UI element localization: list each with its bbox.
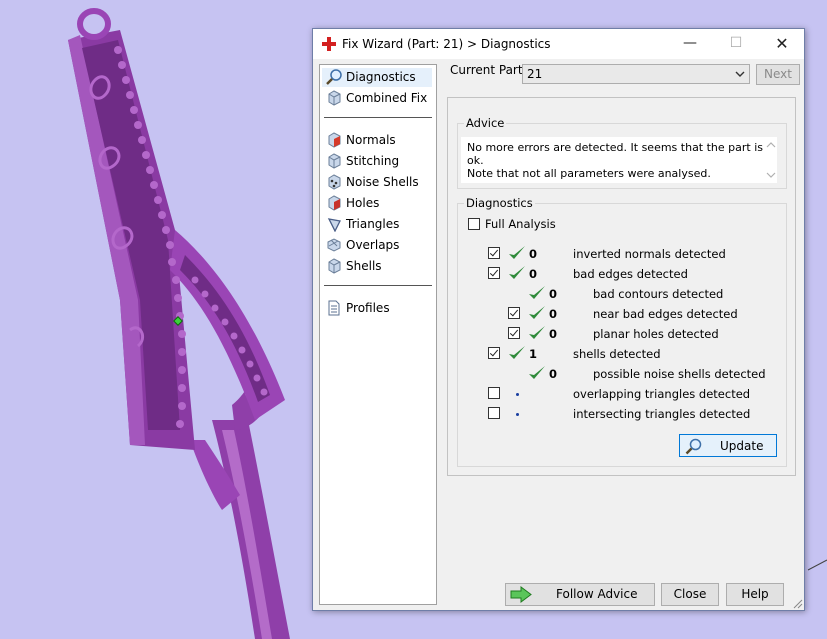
advice-line-1: No more errors are detected. It seems th…: [467, 141, 764, 167]
minimize-button[interactable]: —: [667, 29, 713, 59]
nav-divider: [324, 285, 432, 286]
nav-label: Stitching: [346, 154, 400, 168]
shells-count: 1: [529, 347, 538, 361]
near-bad-edges-count: 0: [549, 307, 558, 321]
noise-shells-label: possible noise shells detected: [593, 367, 766, 381]
nav-label: Shells: [346, 259, 382, 273]
full-analysis-label: Full Analysis: [485, 217, 556, 231]
shells-checkbox[interactable]: [488, 347, 500, 359]
fix-wizard-dialog: Fix Wizard (Part: 21) > Diagnostics — ☐ …: [312, 28, 805, 611]
near-bad-edges-label: near bad edges detected: [593, 307, 738, 321]
advice-legend: Advice: [464, 116, 507, 130]
nav-divider: [324, 117, 432, 118]
bad-edges-count: 0: [529, 267, 538, 281]
next-button[interactable]: Next: [756, 64, 800, 85]
nav-item-shells[interactable]: Shells: [322, 257, 432, 276]
bad-contours-label: bad contours detected: [593, 287, 724, 301]
nav-label: Noise Shells: [346, 175, 419, 189]
diagnostics-group: Diagnostics Full Analysis 0 inverted nor…: [457, 196, 787, 467]
current-part-label: Current Part:: [450, 63, 527, 77]
triangles-icon: [327, 218, 341, 232]
update-label: Update: [720, 439, 764, 453]
green-check-icon: [529, 326, 545, 339]
bad-contours-count: 0: [549, 287, 558, 301]
close-button[interactable]: Close: [661, 583, 719, 606]
nav-item-holes[interactable]: Holes: [322, 194, 432, 213]
bad-edges-label: bad edges detected: [573, 267, 688, 281]
green-check-icon: [509, 266, 525, 279]
stitching-cube-icon: [328, 153, 341, 169]
green-check-icon: [509, 346, 525, 359]
diagnostics-legend: Diagnostics: [464, 196, 535, 210]
nav-item-noise-shells[interactable]: Noise Shells: [322, 173, 432, 192]
noise-shells-icon: [328, 174, 341, 190]
maximize-button[interactable]: ☐: [713, 29, 759, 59]
green-check-icon: [529, 286, 545, 299]
nav-label: Normals: [346, 133, 396, 147]
holes-cube-icon: [328, 195, 341, 211]
follow-advice-button[interactable]: Follow Advice: [505, 583, 655, 606]
nav-label: Diagnostics: [346, 70, 416, 84]
nav-label: Combined Fix: [346, 91, 428, 105]
resize-grip-icon[interactable]: [793, 599, 803, 609]
normals-cube-icon: [328, 132, 341, 148]
advice-scrollbar[interactable]: [763, 137, 779, 183]
shells-cube-icon: [328, 258, 341, 274]
shells-label: shells detected: [573, 347, 661, 361]
nav-label: Overlaps: [346, 238, 400, 252]
nav-item-triangles[interactable]: Triangles: [322, 215, 432, 234]
intersecting-triangles-label: intersecting triangles detected: [573, 407, 751, 421]
inverted-normals-count: 0: [529, 247, 538, 261]
near-bad-edges-checkbox[interactable]: [508, 307, 520, 319]
nav-item-profiles[interactable]: Profiles: [322, 299, 432, 318]
noise-shells-count: 0: [549, 367, 558, 381]
intersecting-triangles-checkbox[interactable]: [488, 407, 500, 419]
nav-label: Holes: [346, 196, 380, 210]
planar-holes-label: planar holes detected: [593, 327, 719, 341]
planar-holes-count: 0: [549, 327, 558, 341]
bad-edges-checkbox[interactable]: [488, 267, 500, 279]
nav-item-combined-fix[interactable]: Combined Fix: [322, 89, 432, 108]
inverted-normals-label: inverted normals detected: [573, 247, 726, 261]
nav-label: Profiles: [346, 301, 390, 315]
overlapping-triangles-checkbox[interactable]: [488, 387, 500, 399]
advice-line-2: Note that not all parameters were analys…: [467, 167, 711, 180]
chevron-down-icon: [735, 71, 745, 77]
update-button[interactable]: Update: [679, 434, 777, 457]
nav-item-overlaps[interactable]: Overlaps: [322, 236, 432, 255]
title-bar[interactable]: Fix Wizard (Part: 21) > Diagnostics — ☐ …: [313, 29, 804, 59]
document-icon: [328, 300, 340, 316]
planar-holes-checkbox[interactable]: [508, 327, 520, 339]
green-check-icon: [529, 366, 545, 379]
full-analysis-checkbox[interactable]: [468, 218, 480, 230]
overlaps-icon: [327, 238, 341, 252]
current-part-select[interactable]: 21: [522, 64, 750, 84]
wizard-nav: Diagnostics Combined Fix Normals Stitchi…: [319, 64, 437, 605]
nav-label: Triangles: [346, 217, 400, 231]
close-window-button[interactable]: ✕: [759, 29, 805, 59]
cube-icon: [328, 90, 341, 106]
help-button[interactable]: Help: [726, 583, 784, 606]
inverted-normals-checkbox[interactable]: [488, 247, 500, 259]
magnifier-icon: [326, 69, 342, 85]
advice-text[interactable]: No more errors are detected. It seems th…: [461, 137, 777, 183]
green-check-icon: [529, 306, 545, 319]
green-check-icon: [509, 246, 525, 259]
window-title: Fix Wizard (Part: 21) > Diagnostics: [342, 37, 551, 51]
nav-item-diagnostics[interactable]: Diagnostics: [322, 68, 432, 87]
pending-dot-icon: [516, 413, 519, 416]
current-part-value: 21: [527, 67, 543, 81]
red-cross-icon: [322, 37, 336, 51]
magnifier-icon: [685, 438, 702, 455]
nav-item-normals[interactable]: Normals: [322, 131, 432, 150]
overlapping-triangles-label: overlapping triangles detected: [573, 387, 751, 401]
advice-group: Advice No more errors are detected. It s…: [457, 116, 787, 189]
green-arrow-icon: [510, 586, 532, 603]
diagnostics-page: Advice No more errors are detected. It s…: [447, 97, 796, 476]
follow-advice-label: Follow Advice: [556, 587, 638, 601]
nav-item-stitching[interactable]: Stitching: [322, 152, 432, 171]
pending-dot-icon: [516, 393, 519, 396]
